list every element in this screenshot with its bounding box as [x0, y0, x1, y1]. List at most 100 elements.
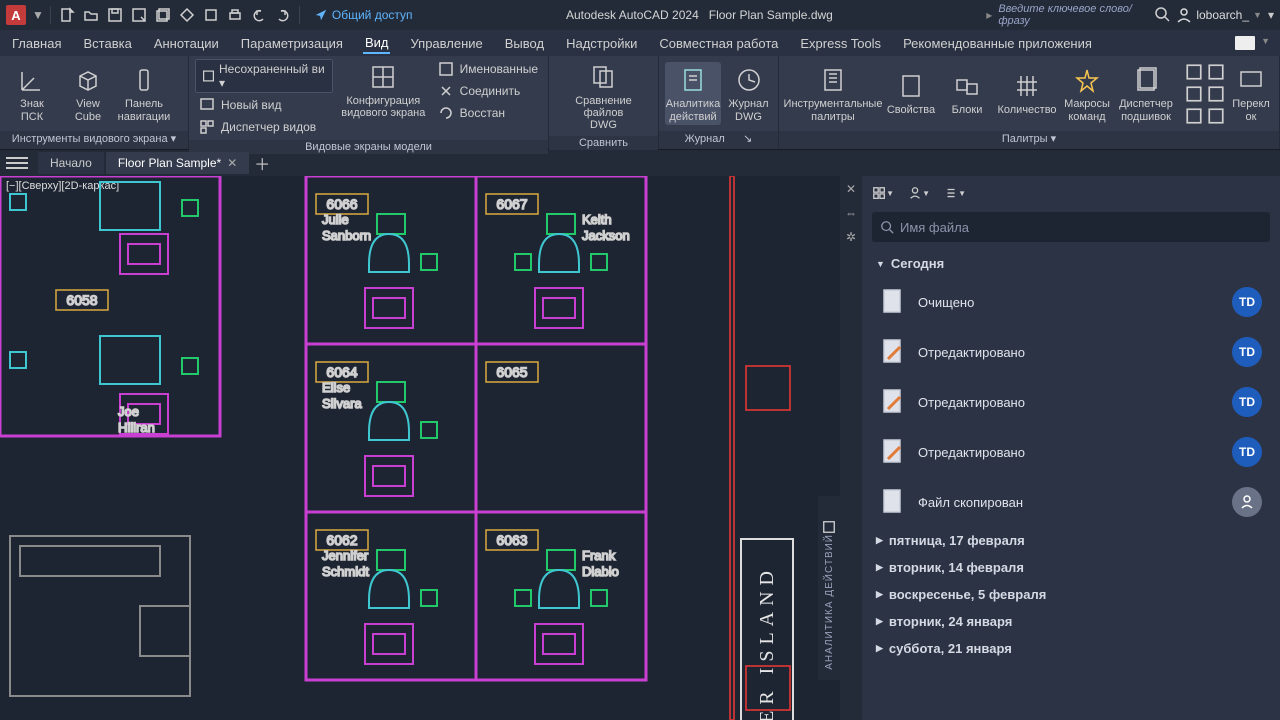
menubar-extras[interactable]: ▼	[1235, 36, 1270, 50]
section-date[interactable]: ▶вторник, 24 января	[866, 608, 1276, 635]
view-dropdown[interactable]: Несохраненный ви ▾	[195, 59, 333, 93]
window-title: Autodesk AutoCAD 2024 Floor Plan Sample.…	[413, 8, 987, 22]
saveall-icon[interactable]	[154, 6, 172, 24]
section-date[interactable]: ▶вторник, 14 февраля	[866, 554, 1276, 581]
plot-icon[interactable]	[202, 6, 220, 24]
svg-text:Sanborn: Sanborn	[322, 228, 371, 243]
palette-icon[interactable]	[1207, 107, 1225, 125]
file-tabs: Начало Floor Plan Sample*✕ ＋	[0, 150, 1280, 176]
activity-panel: АНАЛИТИКА ДЕЙСТВИЙ ✕ ⇔ ✲ ▼ ▼ ▼ Имя файла…	[840, 176, 1280, 720]
add-tab-button[interactable]: ＋	[251, 152, 273, 174]
menu-рекомендованные приложения[interactable]: Рекомендованные приложения	[901, 34, 1094, 53]
blocks-button[interactable]: Блоки	[941, 68, 993, 118]
svg-text:Julie: Julie	[322, 212, 349, 227]
count-button[interactable]: Количество	[997, 68, 1057, 118]
viewport-config-button[interactable]: Конфигурация видового экрана	[339, 59, 428, 121]
share-button[interactable]: Общий доступ	[314, 8, 413, 22]
activity-item[interactable]: ОтредактированоTD	[866, 327, 1276, 377]
toggle-windows-button[interactable]: Перекл ок	[1229, 62, 1273, 124]
dwg-compare-button[interactable]: Сравнение файлов DWG	[555, 59, 652, 133]
menu-надстройки[interactable]: Надстройки	[564, 34, 639, 53]
menu-вид[interactable]: Вид	[363, 33, 391, 54]
svg-text:Jackson: Jackson	[582, 228, 630, 243]
join-viewports-button[interactable]: Соединить	[434, 81, 542, 101]
activity-insights-button[interactable]: Аналитика действий	[665, 62, 721, 124]
close-icon[interactable]: ✕	[227, 156, 237, 170]
search-icon	[880, 220, 894, 234]
app-menu-dropdown[interactable]: ▼	[32, 8, 44, 22]
menu-аннотации[interactable]: Аннотации	[152, 34, 221, 53]
list-view-icon[interactable]: ▼	[944, 182, 966, 204]
panel-caption[interactable]: Палитры ▾	[779, 131, 1279, 149]
menu-управление[interactable]: Управление	[408, 34, 484, 53]
open-icon[interactable]	[82, 6, 100, 24]
svg-text:6066: 6066	[326, 196, 357, 212]
print-icon[interactable]	[226, 6, 244, 24]
grid-view-icon[interactable]: ▼	[872, 182, 894, 204]
menu-совместная работа[interactable]: Совместная работа	[657, 34, 780, 53]
section-today[interactable]: ▼Сегодня	[866, 250, 1276, 277]
menu-вывод[interactable]: Вывод	[503, 34, 546, 53]
svg-text:Joe: Joe	[118, 404, 139, 419]
svg-text:Hiliran: Hiliran	[118, 420, 155, 435]
menu-вставка[interactable]: Вставка	[81, 34, 133, 53]
restore-viewport-button[interactable]: Восстан	[434, 103, 542, 123]
publish-icon[interactable]	[178, 6, 196, 24]
menu-express tools[interactable]: Express Tools	[798, 34, 883, 53]
search-icon[interactable]	[1154, 6, 1170, 25]
section-date[interactable]: ▶пятница, 17 февраля	[866, 527, 1276, 554]
saveas-icon[interactable]	[130, 6, 148, 24]
panel-icon[interactable]	[822, 520, 836, 534]
svg-text:6067: 6067	[496, 196, 527, 212]
svg-text:Keith: Keith	[582, 212, 612, 227]
ucs-icon-button[interactable]: Знак ПСК	[6, 62, 58, 124]
user-filter-icon[interactable]: ▼	[908, 182, 930, 204]
help-icon[interactable]: ▾	[1268, 8, 1274, 22]
svg-text:6064: 6064	[326, 364, 357, 380]
hamburger-menu[interactable]	[6, 157, 28, 169]
menu-параметризация[interactable]: Параметризация	[239, 34, 345, 53]
svg-text:Diablo: Diablo	[582, 564, 619, 579]
panel-caption[interactable]: Инструменты видового экрана ▾	[0, 131, 188, 149]
panel-search[interactable]: Имя файла	[872, 212, 1270, 242]
menu-главная[interactable]: Главная	[10, 34, 63, 53]
tab-floorplan[interactable]: Floor Plan Sample*✕	[106, 152, 249, 174]
dwg-history-button[interactable]: Журнал DWG	[725, 62, 772, 124]
panel-controls: ✕ ⇔ ✲	[840, 176, 862, 720]
view-manager-button[interactable]: Диспетчер видов	[195, 117, 333, 137]
panel-caption[interactable]: Журнал ↘	[659, 131, 778, 149]
redo-icon[interactable]	[274, 6, 292, 24]
activity-item[interactable]: ОчищеноTD	[866, 277, 1276, 327]
section-date[interactable]: ▶суббота, 21 января	[866, 635, 1276, 662]
macros-button[interactable]: Макросы команд	[1061, 62, 1113, 124]
tab-start[interactable]: Начало	[38, 152, 104, 174]
section-date[interactable]: ▶воскресенье, 5 февраля	[866, 581, 1276, 608]
app-logo[interactable]: A	[6, 5, 26, 25]
palette-icon[interactable]	[1185, 85, 1203, 103]
activity-item[interactable]: ОтредактированоTD	[866, 427, 1276, 477]
activity-item[interactable]: Файл скопирован	[866, 477, 1276, 527]
svg-text:6063: 6063	[496, 532, 527, 548]
palette-icon[interactable]	[1185, 63, 1203, 81]
named-viewports-button[interactable]: Именованные	[434, 59, 542, 79]
title-bar: A ▼ Общий доступ Autodesk AutoCAD 2024 F…	[0, 0, 1280, 30]
palette-icon[interactable]	[1185, 107, 1203, 125]
settings-icon[interactable]: ✲	[844, 230, 858, 244]
search-input[interactable]: Введите ключевое слово/фразу	[998, 3, 1148, 27]
viewcube-button[interactable]: View Cube	[62, 62, 114, 124]
svg-text:6065: 6065	[496, 364, 527, 380]
pin-icon[interactable]: ⇔	[844, 206, 858, 220]
nav-bar-button[interactable]: Панель навигации	[118, 62, 170, 124]
undo-icon[interactable]	[250, 6, 268, 24]
tool-palettes-button[interactable]: Инструментальные палитры	[785, 62, 881, 124]
save-icon[interactable]	[106, 6, 124, 24]
close-icon[interactable]: ✕	[844, 182, 858, 196]
sheet-set-manager-button[interactable]: Диспетчер подшивок	[1117, 62, 1175, 124]
activity-item[interactable]: ОтредактированоTD	[866, 377, 1276, 427]
palette-icon[interactable]	[1207, 63, 1225, 81]
properties-button[interactable]: Свойства	[885, 68, 937, 118]
palette-icon[interactable]	[1207, 85, 1225, 103]
new-view-button[interactable]: Новый вид	[195, 95, 333, 115]
new-icon[interactable]	[58, 6, 76, 24]
user-menu[interactable]: loboarch_ ▼	[1176, 7, 1262, 23]
